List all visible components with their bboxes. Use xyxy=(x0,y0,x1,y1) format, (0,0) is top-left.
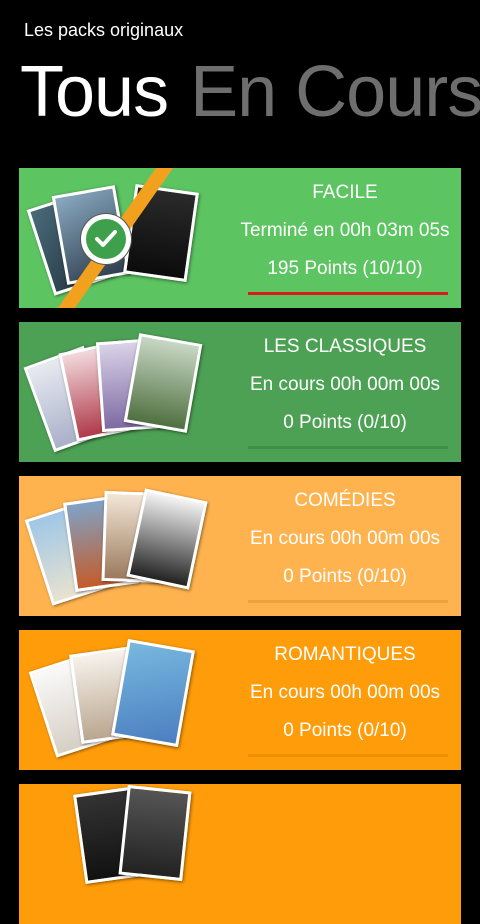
pack-progress-bar xyxy=(248,754,448,757)
pack-name: ROMANTIQUES xyxy=(274,644,416,665)
pack-card-comedies[interactable]: COMÉDIES En cours 00h 00m 00s 0 Points (… xyxy=(19,476,461,616)
pack-posters xyxy=(19,630,229,770)
pack-progress-bar xyxy=(248,446,448,449)
pack-posters xyxy=(19,784,229,924)
pack-points: 195 Points (10/10) xyxy=(267,258,423,279)
pack-points: 0 Points (0/10) xyxy=(283,566,407,587)
pack-posters xyxy=(19,322,229,462)
pack-card-facile[interactable]: FACILE Terminé en 00h 03m 05s 195 Points… xyxy=(19,168,461,308)
pack-status: Terminé en 00h 03m 05s xyxy=(240,220,450,241)
pack-card-romantiques[interactable]: ROMANTIQUES En cours 00h 00m 00s 0 Point… xyxy=(19,630,461,770)
pack-name: LES CLASSIQUES xyxy=(263,336,427,357)
pack-posters xyxy=(19,476,229,616)
pack-posters xyxy=(19,168,229,308)
tab-en-cours[interactable]: En Cours xyxy=(190,52,480,132)
app-title: Les packs originaux xyxy=(24,20,184,40)
pack-progress-bar xyxy=(248,292,448,295)
poster-image xyxy=(118,784,192,882)
pack-name: COMÉDIES xyxy=(294,490,396,511)
pack-status: En cours 00h 00m 00s xyxy=(249,374,441,395)
pack-progress-bar xyxy=(248,600,448,603)
checkmark-icon xyxy=(81,214,131,264)
pivot-header: Tous En Cours xyxy=(20,52,480,132)
pack-points: 0 Points (0/10) xyxy=(283,412,407,433)
pack-name: FACILE xyxy=(312,182,378,203)
pack-points: 0 Points (0/10) xyxy=(283,720,407,741)
pack-card-partial[interactable] xyxy=(19,784,461,924)
pack-progress-fill xyxy=(248,292,448,295)
pack-status: En cours 00h 00m 00s xyxy=(249,682,441,703)
pack-card-les-classiques[interactable]: LES CLASSIQUES En cours 00h 00m 00s 0 Po… xyxy=(19,322,461,462)
pack-status: En cours 00h 00m 00s xyxy=(249,528,441,549)
tab-tous[interactable]: Tous xyxy=(20,52,169,132)
